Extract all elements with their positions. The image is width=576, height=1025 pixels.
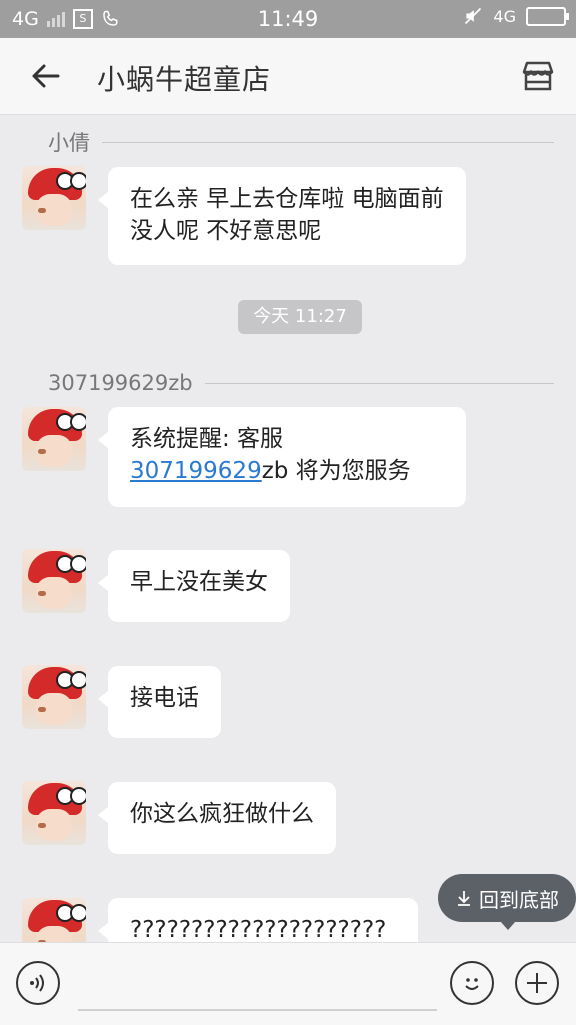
store-icon[interactable] <box>520 58 556 94</box>
message-bubble[interactable]: 在么亲 早上去仓库啦 电脑面前没人呢 不好意思呢 <box>98 167 466 265</box>
input-bar <box>0 942 576 1025</box>
sender-divider: 307199629zb <box>48 369 554 397</box>
plus-icon <box>527 973 547 993</box>
arrow-down-icon <box>458 891 470 906</box>
message-text: 在么亲 早上去仓库啦 电脑面前没人呢 不好意思呢 <box>130 186 444 244</box>
avatar[interactable] <box>22 665 86 729</box>
battery-icon <box>526 6 569 26</box>
avatar[interactable] <box>22 549 86 613</box>
system-notice-suffix: zb 将为您服务 <box>261 458 411 484</box>
message-bubble[interactable]: 系统提醒: 客服 307199629zb 将为您服务 <box>98 407 466 507</box>
system-notice-prefix: 系统提醒: 客服 <box>130 426 284 452</box>
divider-line <box>102 141 554 143</box>
network-label-right: 4G <box>493 6 516 26</box>
divider-line <box>204 382 554 384</box>
chat-header: 小蜗牛超童店 <box>0 38 576 115</box>
plus-button[interactable] <box>515 961 559 1005</box>
avatar[interactable] <box>22 166 86 230</box>
agent-id-link[interactable]: 307199629 <box>130 458 262 484</box>
message-text: 早上没在美女 <box>130 569 268 595</box>
scroll-to-bottom-label: 回到底部 <box>479 887 559 912</box>
voice-icon <box>30 974 44 992</box>
voice-button[interactable] <box>16 961 60 1005</box>
arrow-left-icon[interactable] <box>26 56 66 96</box>
emoji-icon <box>465 978 479 990</box>
message-text: 你这么疯狂做什么 <box>130 801 314 827</box>
avatar[interactable] <box>22 781 86 845</box>
sender-divider: 小倩 <box>48 128 554 156</box>
status-right: 4G <box>463 6 569 26</box>
message-text: 接电话 <box>130 685 199 711</box>
scroll-to-bottom-button[interactable]: 回到底部 <box>438 874 576 930</box>
message-bubble[interactable]: 你这么疯狂做什么 <box>98 782 336 854</box>
status-bar: 4G S 11:49 4G <box>0 0 576 38</box>
message-input[interactable] <box>78 967 437 1011</box>
avatar[interactable] <box>22 407 86 471</box>
mute-icon <box>465 7 482 25</box>
shop-title: 小蜗牛超童店 <box>97 63 272 96</box>
message-text: ????????????????????? <box>130 917 387 943</box>
time-divider: 今天 11:27 <box>238 300 362 334</box>
emoji-button[interactable] <box>450 961 494 1005</box>
message-bubble[interactable]: 接电话 <box>98 666 221 738</box>
sender-name: 307199629zb <box>48 371 193 395</box>
sender-name: 小倩 <box>48 131 90 155</box>
message-bubble[interactable]: 早上没在美女 <box>98 550 290 622</box>
